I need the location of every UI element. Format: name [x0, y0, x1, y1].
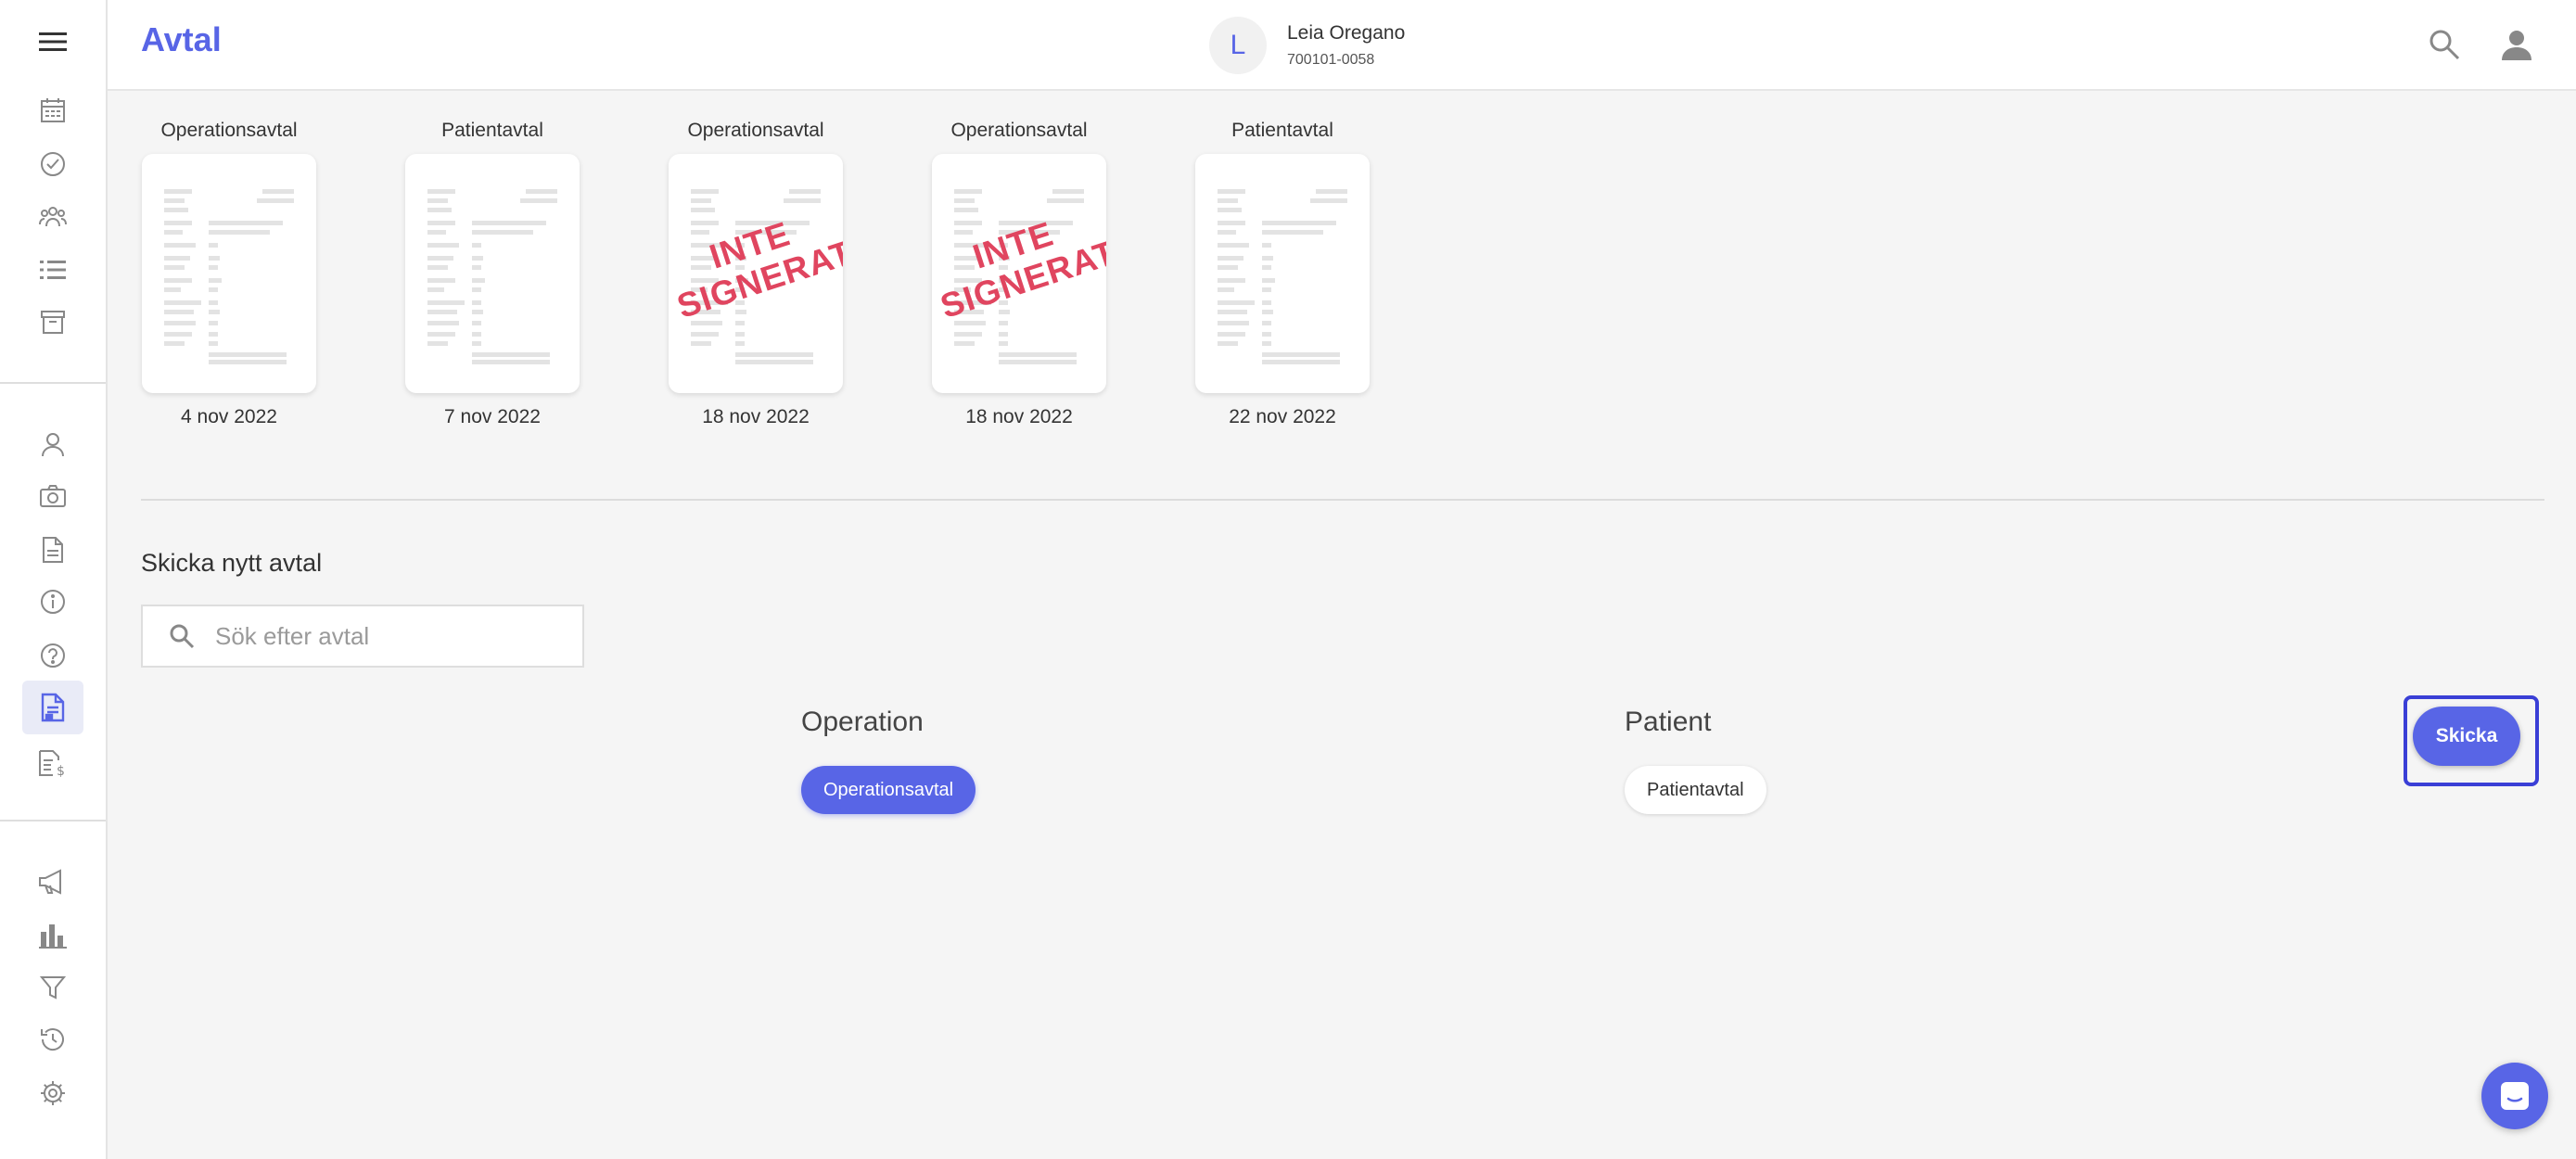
divider: [141, 499, 2544, 501]
chat-button[interactable]: [2481, 1063, 2548, 1129]
invoice-icon[interactable]: $: [33, 744, 72, 783]
document-date: 18 nov 2022: [702, 406, 810, 427]
document-card[interactable]: Operationsavtal INTE SIGNERAT 18 nov 2022: [931, 117, 1107, 428]
patient-name: Leia Oregano: [1287, 22, 1406, 44]
document-card[interactable]: Operationsavtal 4 nov 2022: [141, 117, 317, 428]
document-date: 18 nov 2022: [965, 406, 1073, 427]
info-icon[interactable]: [33, 582, 72, 621]
document-thumbnail[interactable]: [405, 154, 580, 393]
document-card[interactable]: Operationsavtal INTE SIGNERAT 18 nov 2022: [668, 117, 844, 428]
search-icon[interactable]: [2424, 24, 2465, 65]
category-title-patient: Patient: [1625, 707, 1712, 737]
account-icon[interactable]: [2496, 24, 2537, 65]
chip-patientavtal[interactable]: Patientavtal: [1625, 766, 1766, 814]
contract-icon[interactable]: [22, 681, 83, 734]
sidebar-divider-2: [0, 820, 106, 821]
chip-operationsavtal[interactable]: Operationsavtal: [801, 766, 976, 814]
document-icon[interactable]: [33, 530, 72, 569]
settings-icon[interactable]: [33, 1074, 72, 1113]
document-date: 4 nov 2022: [181, 406, 277, 427]
document-label: Operationsavtal: [950, 120, 1088, 141]
list-icon[interactable]: [33, 250, 72, 289]
document-date: 7 nov 2022: [444, 406, 541, 427]
bar-chart-icon[interactable]: [33, 916, 72, 955]
search-icon: [169, 623, 195, 649]
section-title: Skicka nytt avtal: [141, 549, 323, 577]
filter-icon[interactable]: [33, 968, 72, 1007]
document-thumbnail[interactable]: [142, 154, 316, 393]
document-label: Patientavtal: [1231, 120, 1333, 141]
sidebar: $: [0, 0, 108, 1159]
header: Avtal L Leia Oregano 700101-0058: [108, 0, 2576, 91]
camera-icon[interactable]: [33, 477, 72, 516]
send-button[interactable]: Skicka: [2413, 707, 2520, 766]
help-icon[interactable]: [33, 636, 72, 675]
svg-text:$: $: [57, 764, 65, 777]
document-thumbnail[interactable]: [1195, 154, 1370, 393]
page-title: Avtal: [141, 20, 222, 58]
patient-info[interactable]: L Leia Oregano 700101-0058: [1209, 17, 1405, 74]
history-icon[interactable]: [33, 1020, 72, 1059]
person-icon[interactable]: [33, 425, 72, 464]
chat-icon: [2501, 1082, 2529, 1110]
document-thumbnail[interactable]: INTE SIGNERAT: [669, 154, 843, 393]
document-date: 22 nov 2022: [1229, 406, 1336, 427]
megaphone-icon[interactable]: [33, 862, 72, 901]
archive-icon[interactable]: [33, 302, 72, 341]
category-title-operation: Operation: [801, 707, 924, 737]
document-card[interactable]: Patientavtal 7 nov 2022: [404, 117, 580, 428]
patient-id: 700101-0058: [1287, 52, 1375, 68]
document-card[interactable]: Patientavtal 22 nov 2022: [1194, 117, 1371, 428]
document-label: Patientavtal: [441, 120, 543, 141]
document-label: Operationsavtal: [160, 120, 298, 141]
search-box[interactable]: [141, 605, 584, 668]
document-label: Operationsavtal: [687, 120, 824, 141]
calendar-icon[interactable]: [33, 91, 72, 130]
search-input[interactable]: [213, 620, 569, 652]
check-circle-icon[interactable]: [33, 145, 72, 184]
avatar: L: [1209, 17, 1267, 74]
sidebar-divider: [0, 382, 106, 384]
group-icon[interactable]: [33, 197, 72, 236]
document-thumbnail[interactable]: INTE SIGNERAT: [932, 154, 1106, 393]
menu-icon[interactable]: [33, 22, 72, 61]
